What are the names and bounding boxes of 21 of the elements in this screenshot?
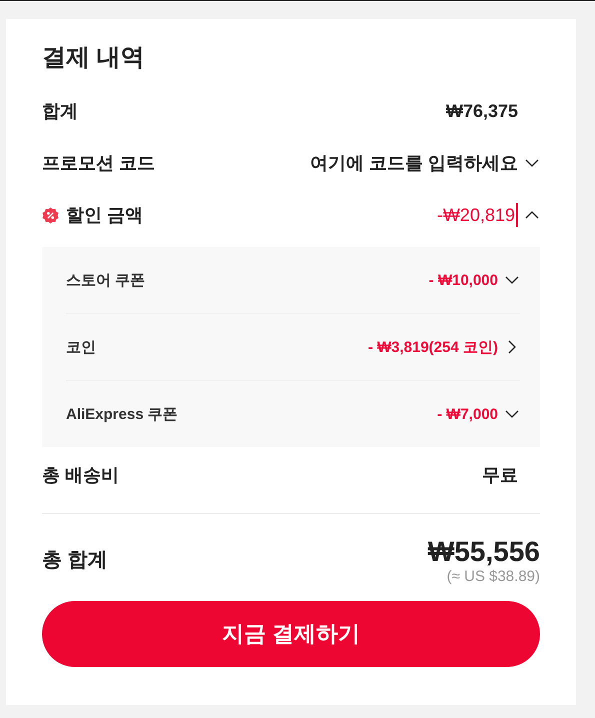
discount-label: 코인 — [66, 338, 96, 356]
pay-now-button[interactable]: 지금 결제하기 — [42, 601, 540, 667]
discount-value: -₩20,819 — [436, 204, 515, 226]
row-value: 무료 — [482, 464, 518, 487]
discount-amount: - ₩3,819(254 코인) — [368, 338, 498, 356]
discount-amount: - ₩10,000 — [428, 272, 498, 288]
row-label: 프로모션 코드 — [42, 152, 156, 175]
section-title: 결제 내역 — [42, 43, 146, 73]
row-value: 여기에 코드를 입력하세요 — [310, 152, 518, 175]
text-cursor — [516, 203, 518, 227]
converted-total: (≈ US $38.89) — [446, 568, 540, 585]
total-value: ₩55,556 — [428, 536, 540, 568]
discount-label: AliExpress 쿠폰 — [66, 404, 178, 424]
total-label: 총 합계 — [42, 548, 108, 573]
row-label: 할인 금액 — [66, 204, 144, 227]
row-value: ₩76,375 — [446, 100, 518, 122]
discount-amount: - ₩7,000 — [437, 406, 498, 422]
row-label: 총 배송비 — [42, 464, 120, 487]
row-label: 합계 — [42, 100, 78, 123]
percent-badge-icon — [42, 206, 59, 224]
discount-label: 스토어 쿠폰 — [66, 270, 146, 290]
